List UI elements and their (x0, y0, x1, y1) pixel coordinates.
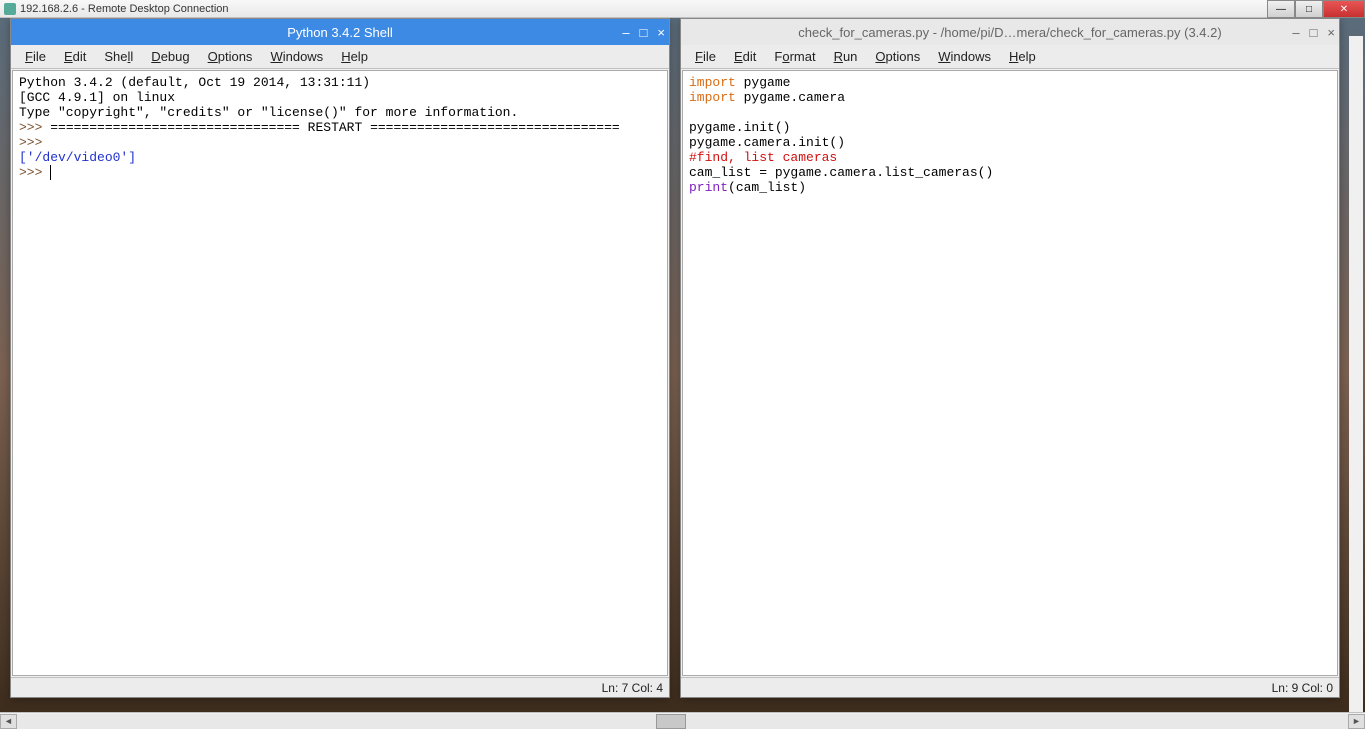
desktop-vscrollbar[interactable] (1349, 36, 1363, 712)
shell-prompt-1: >>> (19, 120, 50, 135)
code-print-args: (cam_list) (728, 180, 806, 195)
shell-line-3: Type "copyright", "credits" or "license(… (19, 105, 518, 120)
code-init2: pygame.camera.init() (689, 135, 845, 150)
shell-menu-file[interactable]: File (17, 47, 54, 66)
shell-prompt-3: >>> (19, 165, 50, 180)
shell-line-2: [GCC 4.9.1] on linux (19, 90, 175, 105)
outer-maximize-button[interactable]: □ (1295, 0, 1323, 18)
editor-menu-help[interactable]: Help (1001, 47, 1044, 66)
code-pygame-camera: pygame.camera (736, 90, 845, 105)
editor-menu-edit[interactable]: Edit (726, 47, 764, 66)
shell-menu-debug[interactable]: Debug (143, 47, 197, 66)
code-import-1: import (689, 75, 736, 90)
editor-close-button[interactable]: × (1327, 25, 1335, 40)
shell-menu-shell[interactable]: Shell (96, 47, 141, 66)
shell-menu-help[interactable]: Help (333, 47, 376, 66)
code-print: print (689, 180, 728, 195)
shell-close-button[interactable]: × (657, 25, 665, 40)
shell-prompt-2: >>> (19, 135, 50, 150)
shell-cursor (50, 165, 59, 180)
shell-statusbar: Ln: 7 Col: 4 (11, 677, 669, 697)
remote-desktop-area: Python 3.4.2 Shell – □ × File Edit Shell… (0, 18, 1365, 729)
editor-menu-windows[interactable]: Windows (930, 47, 999, 66)
code-init1: pygame.init() (689, 120, 790, 135)
editor-menu-file[interactable]: File (687, 47, 724, 66)
editor-menu-options[interactable]: Options (867, 47, 928, 66)
shell-menu-windows[interactable]: Windows (262, 47, 331, 66)
shell-maximize-button[interactable]: □ (640, 25, 648, 40)
hscroll-track[interactable] (17, 714, 1348, 729)
code-import-2: import (689, 90, 736, 105)
shell-restart: ================================ RESTART… (50, 120, 620, 135)
shell-menu-options[interactable]: Options (200, 47, 261, 66)
shell-minimize-button[interactable]: – (622, 25, 629, 40)
python-shell-window: Python 3.4.2 Shell – □ × File Edit Shell… (10, 18, 670, 698)
hscroll-left-arrow-icon[interactable]: ◄ (0, 714, 17, 729)
desktop-hscrollbar[interactable]: ◄ ► (0, 712, 1365, 729)
hscroll-thumb[interactable] (656, 714, 686, 729)
code-camlist: cam_list = pygame.camera.list_cameras() (689, 165, 993, 180)
shell-menubar: File Edit Shell Debug Options Windows He… (11, 45, 669, 69)
shell-status: Ln: 7 Col: 4 (602, 681, 663, 695)
editor-minimize-button[interactable]: – (1292, 25, 1299, 40)
shell-output: ['/dev/video0'] (19, 150, 136, 165)
editor-menu-format[interactable]: Format (766, 47, 823, 66)
editor-menubar: File Edit Format Run Options Windows Hel… (681, 45, 1339, 69)
shell-titlebar[interactable]: Python 3.4.2 Shell – □ × (11, 19, 669, 45)
editor-menu-run[interactable]: Run (826, 47, 866, 66)
rdp-icon (4, 3, 16, 15)
hscroll-right-arrow-icon[interactable]: ► (1348, 714, 1365, 729)
editor-titlebar[interactable]: check_for_cameras.py - /home/pi/D…mera/c… (681, 19, 1339, 45)
shell-title: Python 3.4.2 Shell (287, 25, 393, 40)
shell-content[interactable]: Python 3.4.2 (default, Oct 19 2014, 13:3… (12, 70, 668, 676)
editor-statusbar: Ln: 9 Col: 0 (681, 677, 1339, 697)
shell-window-controls: – □ × (622, 25, 665, 40)
shell-menu-edit[interactable]: Edit (56, 47, 94, 66)
editor-title: check_for_cameras.py - /home/pi/D…mera/c… (798, 25, 1221, 40)
editor-window: check_for_cameras.py - /home/pi/D…mera/c… (680, 18, 1340, 698)
rdp-title: 192.168.2.6 - Remote Desktop Connection (20, 3, 229, 15)
code-pygame-1: pygame (736, 75, 791, 90)
rdp-titlebar: 192.168.2.6 - Remote Desktop Connection (0, 0, 1365, 18)
editor-maximize-button[interactable]: □ (1310, 25, 1318, 40)
code-comment: #find, list cameras (689, 150, 837, 165)
editor-content[interactable]: import pygame import pygame.camera pygam… (682, 70, 1338, 676)
outer-close-button[interactable]: ✕ (1323, 0, 1365, 18)
outer-window-controls: — □ ✕ (1267, 0, 1365, 18)
outer-minimize-button[interactable]: — (1267, 0, 1295, 18)
editor-status: Ln: 9 Col: 0 (1272, 681, 1333, 695)
shell-line-1: Python 3.4.2 (default, Oct 19 2014, 13:3… (19, 75, 370, 90)
editor-window-controls: – □ × (1292, 25, 1335, 40)
